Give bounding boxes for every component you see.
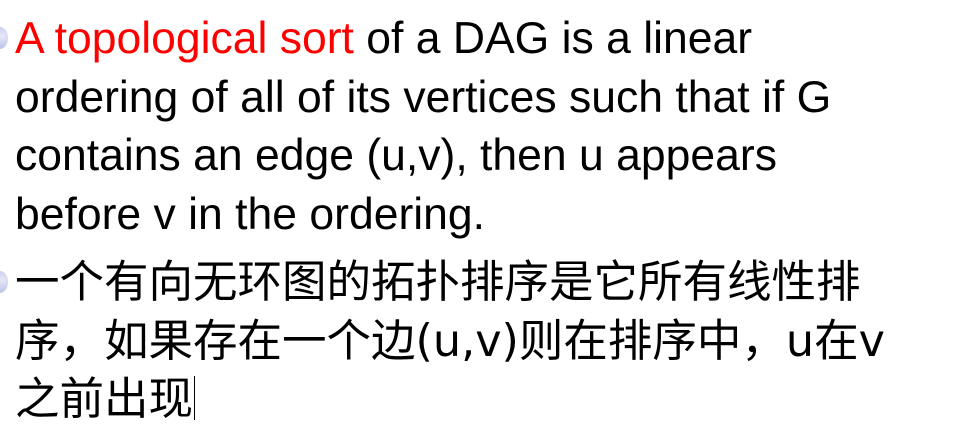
line-1-rest: of a DAG is a linear [353, 14, 753, 63]
bullet-circle-icon [0, 271, 8, 293]
bullet-circle-icon [0, 27, 8, 49]
cn-line-1: 一个有向无环图的拓扑排序是它所有线性排 [15, 257, 861, 308]
slide: A topological sort of a DAG is a linear … [0, 0, 966, 441]
text-line-1: A topological sort of a DAG is a linear [15, 10, 955, 69]
text-line-3: contains an edge (u,v), then u appears [15, 131, 777, 180]
highlight-term: A topological sort [15, 14, 354, 63]
bullet-text-chinese: 一个有向无环图的拓扑排序是它所有线性排 序，如果存在一个边(u,v)则在排序中，… [15, 254, 955, 430]
text-line-4: before v in the ordering. [15, 189, 486, 239]
cn-line-3: 之前出现 [15, 371, 955, 430]
text-line-2: ordering of all of its vertices such tha… [15, 72, 832, 122]
cn-line-2: 序，如果存在一个边(u,v)则在排序中，u在v [15, 315, 885, 367]
text-cursor [194, 376, 196, 420]
bullet-text-english: A topological sort of a DAG is a linear … [15, 10, 955, 244]
cn-line-3-text: 之前出现 [15, 374, 194, 425]
